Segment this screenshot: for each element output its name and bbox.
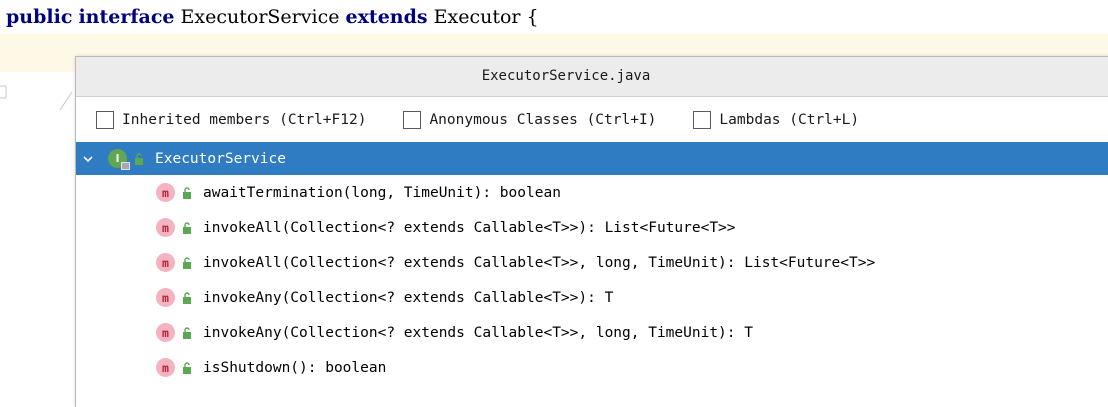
method-signature: invokeAll(Collection<? extends Callable<… xyxy=(203,254,876,271)
filter-inherited-members[interactable]: Inherited members (Ctrl+F12) xyxy=(96,110,367,129)
method-signature: invokeAny(Collection<? extends Callable<… xyxy=(203,324,753,341)
tree-node-method[interactable]: m isShutdown(): boolean xyxy=(76,350,1108,385)
public-access-icon xyxy=(183,256,191,269)
anonymous-classes-checkbox[interactable] xyxy=(403,110,422,129)
keyword-extends: extends xyxy=(345,6,428,28)
method-icon: m xyxy=(156,253,175,272)
open-brace: { xyxy=(526,6,539,28)
public-access-icon xyxy=(135,152,143,165)
keyword-interface: interface xyxy=(78,6,175,28)
file-structure-popup[interactable]: ExecutorService.java Inherited members (… xyxy=(75,56,1108,407)
public-access-icon xyxy=(183,326,191,339)
popup-title: ExecutorService.java xyxy=(76,57,1108,97)
filter-label: Inherited members (Ctrl+F12) xyxy=(122,111,367,128)
method-icon: m xyxy=(156,323,175,342)
public-access-icon xyxy=(183,186,191,199)
method-icon: m xyxy=(156,288,175,307)
tree-node-executorservice[interactable]: I ExecutorService xyxy=(76,142,1108,175)
keyword-public: public xyxy=(6,6,73,28)
public-access-icon xyxy=(183,361,191,374)
filter-lambdas[interactable]: Lambdas (Ctrl+L) xyxy=(693,110,860,129)
public-access-icon xyxy=(183,221,191,234)
method-signature: awaitTermination(long, TimeUnit): boolea… xyxy=(203,184,561,201)
tree-node-method[interactable]: m invokeAny(Collection<? extends Callabl… xyxy=(76,280,1108,315)
method-icon: m xyxy=(156,218,175,237)
method-icon: m xyxy=(156,183,175,202)
lock-icon xyxy=(121,162,130,170)
tree-node-method[interactable]: m awaitTermination(long, TimeUnit): bool… xyxy=(76,175,1108,210)
filter-label: Lambdas (Ctrl+L) xyxy=(719,111,860,128)
filter-anonymous-classes[interactable]: Anonymous Classes (Ctrl+I) xyxy=(403,110,657,129)
chevron-down-icon[interactable] xyxy=(82,153,94,165)
tree-node-method[interactable]: m invokeAll(Collection<? extends Callabl… xyxy=(76,210,1108,245)
code-line-interface-declaration[interactable]: public interface ExecutorService extends… xyxy=(6,4,539,30)
interface-icon: I xyxy=(108,149,130,170)
tree-node-method[interactable]: m invokeAny(Collection<? extends Callabl… xyxy=(76,315,1108,350)
filter-bar: Inherited members (Ctrl+F12) Anonymous C… xyxy=(76,97,1108,142)
method-signature: invokeAll(Collection<? extends Callable<… xyxy=(203,219,736,236)
parent-interface-name: Executor xyxy=(433,6,521,28)
tree-node-label: ExecutorService xyxy=(155,150,286,167)
method-signature: isShutdown(): boolean xyxy=(203,359,387,376)
lambdas-checkbox[interactable] xyxy=(693,110,712,129)
gutter-fold-marks xyxy=(0,85,73,111)
structure-tree: I ExecutorService m awaitTermination(lon… xyxy=(76,142,1108,385)
method-icon: m xyxy=(156,358,175,377)
interface-name: ExecutorService xyxy=(180,6,340,28)
tree-node-method[interactable]: m invokeAll(Collection<? extends Callabl… xyxy=(76,245,1108,280)
public-access-icon xyxy=(183,291,191,304)
method-signature: invokeAny(Collection<? extends Callable<… xyxy=(203,289,614,306)
inherited-members-checkbox[interactable] xyxy=(96,110,114,129)
filter-label: Anonymous Classes (Ctrl+I) xyxy=(429,111,657,128)
